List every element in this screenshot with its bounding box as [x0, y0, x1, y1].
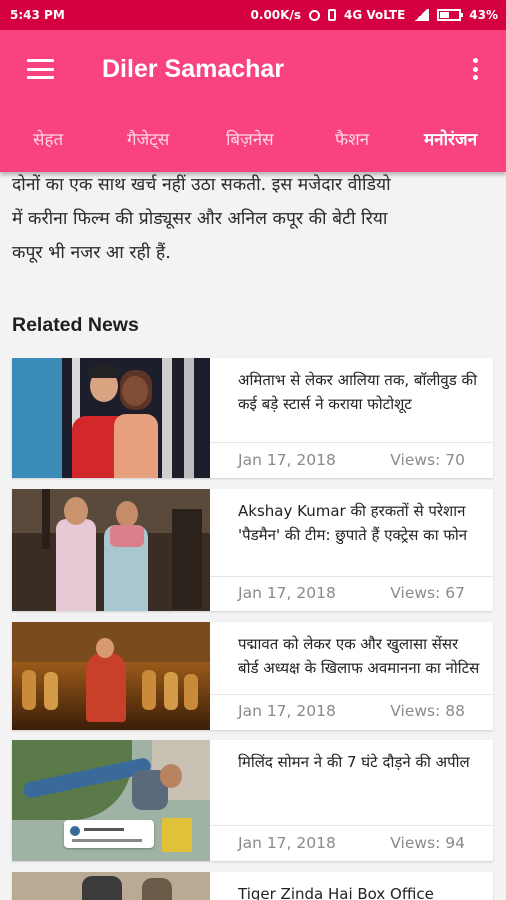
status-bar: 5:43 PM 0.00K/s 4G VoLTE 43% — [0, 0, 506, 30]
related-news-card[interactable]: अमिताभ से लेकर आलिया तक, बॉलीवुड की कई ब… — [12, 358, 493, 478]
card-divider — [210, 694, 493, 695]
more-vert-icon[interactable] — [473, 58, 479, 80]
status-time: 5:43 PM — [10, 8, 65, 22]
news-thumbnail — [12, 740, 210, 861]
app-bar: Diler Samachar — [0, 30, 506, 108]
related-news-card[interactable]: पद्मावत को लेकर एक और खुलासा सेंसर बोर्ड… — [12, 622, 493, 730]
news-headline: अमिताभ से लेकर आलिया तक, बॉलीवुड की कई ब… — [238, 371, 477, 413]
tab-health[interactable]: सेहत — [33, 108, 63, 172]
tab-gadgets[interactable]: गैजेट्स — [127, 108, 169, 172]
network-speed: 0.00K/s — [250, 8, 301, 22]
tab-business[interactable]: बिज़नेस — [226, 108, 274, 172]
news-thumbnail — [12, 622, 210, 730]
card-divider — [210, 576, 493, 577]
network-type: 4G VoLTE — [343, 8, 406, 22]
hamburger-menu-icon[interactable] — [27, 59, 54, 79]
signal-icon — [413, 9, 430, 21]
article-line: दोनों का एक साथ खर्च नहीं उठा सकती. इस म… — [12, 175, 391, 195]
news-date: Jan 17, 2018 — [238, 451, 336, 469]
battery-icon — [437, 9, 464, 21]
news-date: Jan 17, 2018 — [238, 584, 336, 602]
app-title: Diler Samachar — [102, 54, 285, 83]
news-thumbnail — [12, 358, 210, 478]
news-views: Views: 94 — [390, 834, 465, 852]
related-news-card[interactable]: मिलिंद सोमन ने की 7 घंटे दौड़ने की अपील … — [12, 740, 493, 861]
article-line: में करीना फिल्म की प्रोड्यूसर और अनिल कप… — [12, 209, 388, 229]
news-thumbnail — [12, 489, 210, 611]
related-news-card[interactable]: Akshay Kumar की हरकतों से परेशान 'पैडमैन… — [12, 489, 493, 611]
category-tabs: सेहत गैजेट्स बिज़नेस फैशन मनोरंजन — [0, 108, 506, 172]
tab-entertainment[interactable]: मनोरंजन — [424, 108, 477, 172]
news-headline: Tiger Zinda Hai Box Office — [238, 885, 434, 900]
news-headline: Akshay Kumar की हरकतों से परेशान 'पैडमैन… — [238, 502, 468, 544]
news-date: Jan 17, 2018 — [238, 834, 336, 852]
news-thumbnail — [12, 872, 210, 900]
news-headline: पद्मावत को लेकर एक और खुलासा सेंसर बोर्ड… — [238, 635, 480, 677]
news-headline: मिलिंद सोमन ने की 7 घंटे दौड़ने की अपील — [238, 753, 470, 771]
battery-percent: 43% — [469, 8, 498, 22]
news-views: Views: 88 — [390, 702, 465, 720]
news-views: Views: 67 — [390, 584, 465, 602]
news-date: Jan 17, 2018 — [238, 702, 336, 720]
article-line: कपूर भी नजर आ रही हैं. — [12, 243, 171, 263]
article-body: दोनों का एक साथ खर्च नहीं उठा सकती. इस म… — [12, 168, 498, 270]
related-news-heading: Related News — [12, 314, 139, 336]
tab-fashion[interactable]: फैशन — [335, 108, 369, 172]
alarm-icon — [308, 9, 320, 21]
vibrate-icon — [327, 9, 336, 21]
news-views: Views: 70 — [390, 451, 465, 469]
card-divider — [210, 825, 493, 826]
card-divider — [210, 442, 493, 443]
related-news-card[interactable]: Tiger Zinda Hai Box Office — [12, 872, 493, 900]
